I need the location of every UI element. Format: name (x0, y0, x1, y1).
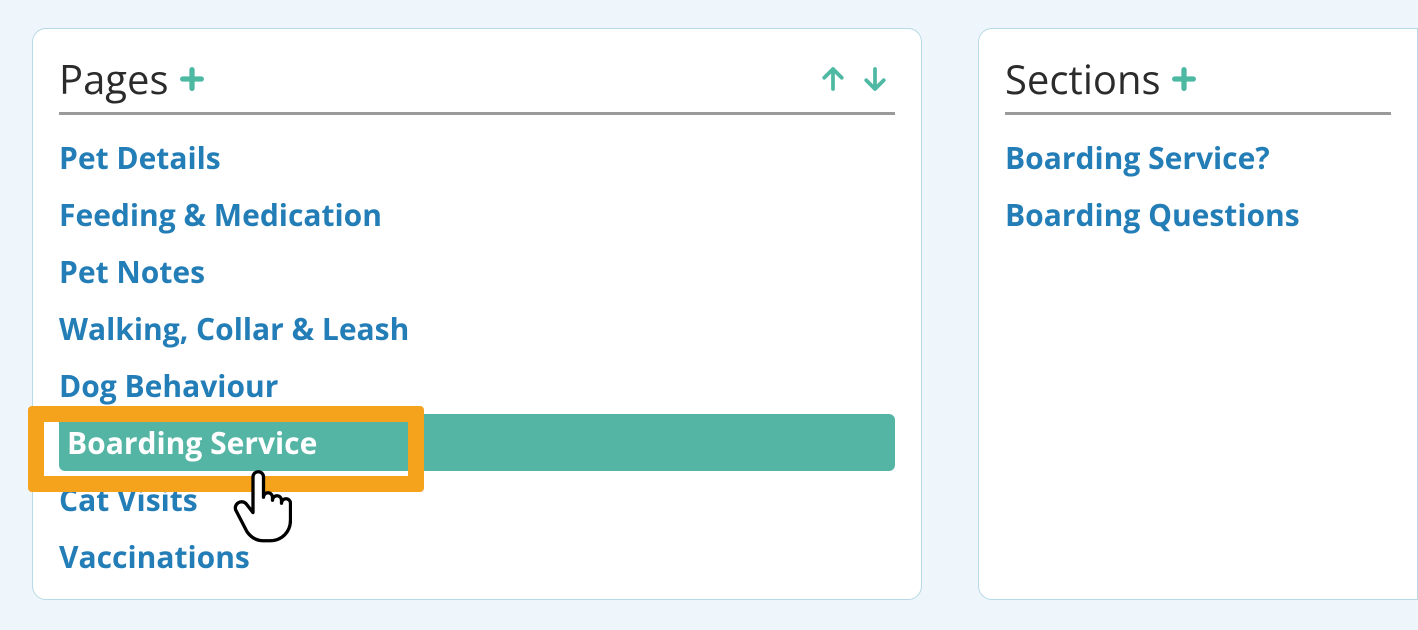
sections-list-item[interactable]: Boarding Service? (1005, 129, 1391, 186)
add-section-button[interactable] (1167, 62, 1201, 96)
sections-list-item[interactable]: Boarding Questions (1005, 186, 1391, 243)
pages-list-item[interactable]: Pet Details (59, 129, 895, 186)
pages-title: Pages (59, 51, 169, 106)
pages-list-item[interactable]: Cat Visits (59, 471, 895, 528)
add-page-button[interactable] (175, 62, 209, 96)
pages-list-item[interactable]: Pet Notes (59, 243, 895, 300)
app-stage: Pages (0, 0, 1418, 630)
arrow-down-icon (860, 64, 890, 94)
sections-panel-header: Sections (1005, 51, 1391, 115)
sections-list: Boarding Service? Boarding Questions (1005, 129, 1391, 243)
pages-panel-header: Pages (59, 51, 895, 115)
move-up-button[interactable] (817, 63, 849, 95)
pages-list-item[interactable]: Dog Behaviour (59, 357, 895, 414)
pages-title-wrap: Pages (59, 51, 209, 106)
move-down-button[interactable] (859, 63, 891, 95)
pages-list: Pet Details Feeding & Medication Pet Not… (59, 129, 895, 585)
plus-icon (1170, 65, 1198, 93)
pages-list-item[interactable]: Vaccinations (59, 528, 895, 585)
sections-panel: Sections Boarding Service? Boarding Ques… (978, 28, 1418, 600)
sections-title: Sections (1005, 51, 1161, 106)
plus-icon (178, 65, 206, 93)
pages-list-item[interactable]: Walking, Collar & Leash (59, 300, 895, 357)
pages-panel: Pages (32, 28, 922, 600)
pages-list-item-selected[interactable]: Boarding Service (59, 414, 895, 471)
reorder-controls (817, 63, 895, 95)
pages-list-item[interactable]: Feeding & Medication (59, 186, 895, 243)
sections-title-wrap: Sections (1005, 51, 1201, 106)
arrow-up-icon (818, 64, 848, 94)
